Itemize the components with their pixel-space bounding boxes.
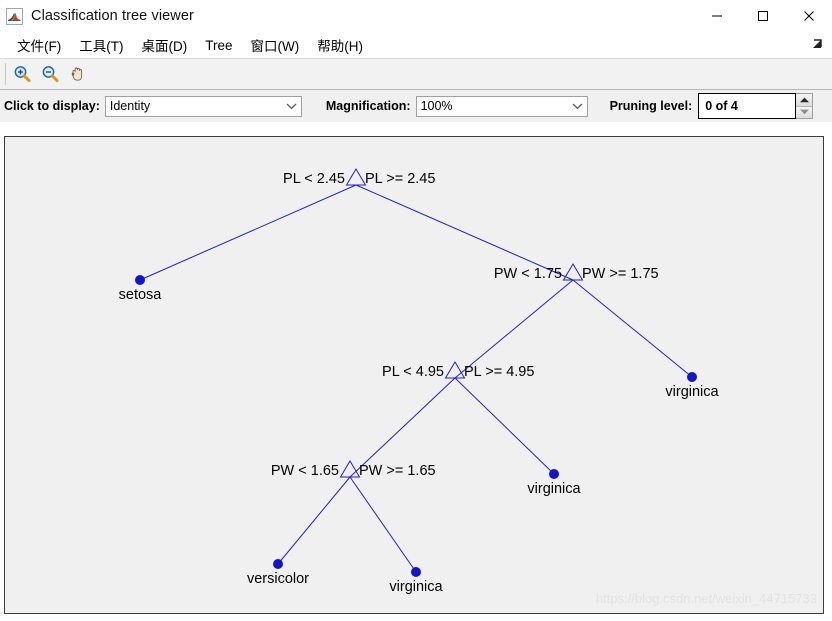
magnification-value: 100% bbox=[420, 99, 453, 113]
split-label-left: PL < 2.45 bbox=[283, 171, 345, 187]
title-bar: Classification tree viewer bbox=[0, 0, 832, 32]
split-label-right: PW >= 1.65 bbox=[359, 463, 436, 479]
click-to-display-value: Identity bbox=[109, 99, 151, 113]
pruning-level-label: Pruning level: bbox=[609, 99, 693, 113]
leaf-node-marker bbox=[411, 567, 421, 577]
window-bottom-strip bbox=[0, 615, 832, 621]
pruning-level-value[interactable]: 0 of 4 bbox=[698, 93, 797, 119]
pruning-level-stepper[interactable] bbox=[796, 93, 814, 119]
leaf-node-label: virginica bbox=[389, 579, 443, 595]
stepper-down-icon[interactable] bbox=[796, 106, 813, 118]
split-label-right: PL >= 4.95 bbox=[464, 364, 534, 380]
watermark-text: https://blog.csdn.net/weixin_44715733 bbox=[596, 591, 817, 606]
pan-hand-icon[interactable] bbox=[65, 61, 91, 87]
tree-plot-area[interactable]: PL < 2.45 PL >= 2.45 setosa PW < 1.75 PW >= … bbox=[4, 136, 824, 614]
leaf-node-label: virginica bbox=[665, 384, 719, 400]
chevron-down-icon bbox=[282, 97, 301, 116]
tree-edge bbox=[139, 184, 357, 281]
decision-node-triangle bbox=[345, 168, 367, 186]
split-label-left: PW < 1.65 bbox=[271, 463, 339, 479]
click-to-display-select[interactable]: Identity bbox=[104, 95, 302, 117]
window-controls bbox=[694, 0, 832, 32]
tree-edge bbox=[349, 476, 417, 573]
close-icon[interactable] bbox=[786, 0, 832, 32]
tree-edge bbox=[454, 377, 555, 475]
decision-node-triangle bbox=[444, 361, 466, 379]
decision-node-triangle bbox=[339, 460, 361, 478]
menu-tree[interactable]: Tree bbox=[196, 36, 241, 55]
chevron-down-icon bbox=[568, 97, 587, 116]
leaf-node-label: virginica bbox=[527, 481, 581, 497]
menu-file[interactable]: 文件(F) bbox=[8, 33, 70, 57]
leaf-node-marker bbox=[135, 275, 145, 285]
menu-window[interactable]: 窗口(W) bbox=[242, 33, 309, 57]
toolbar bbox=[0, 58, 832, 90]
tree-edge bbox=[277, 476, 351, 565]
tree-edge bbox=[572, 279, 693, 378]
undock-arrow-icon[interactable] bbox=[810, 37, 824, 51]
maximize-icon[interactable] bbox=[740, 0, 786, 32]
window-title: Classification tree viewer bbox=[31, 8, 194, 24]
zoom-out-icon[interactable] bbox=[37, 61, 63, 87]
leaf-node-marker bbox=[549, 469, 559, 479]
menu-help[interactable]: 帮助(H) bbox=[308, 33, 372, 57]
leaf-node-label: setosa bbox=[119, 287, 163, 303]
leaf-node-marker bbox=[273, 559, 283, 569]
zoom-in-icon[interactable] bbox=[9, 61, 35, 87]
menu-desktop[interactable]: 桌面(D) bbox=[133, 33, 197, 57]
split-label-right: PL >= 2.45 bbox=[365, 171, 435, 187]
matlab-membrane-icon bbox=[6, 7, 23, 25]
split-label-left: PL < 4.95 bbox=[382, 364, 444, 380]
classification-tree-graphic: PL < 2.45 PL >= 2.45 setosa PW < 1.75 PW >= … bbox=[119, 168, 817, 606]
magnification-select[interactable]: 100% bbox=[415, 95, 588, 117]
split-label-right: PW >= 1.75 bbox=[582, 266, 659, 282]
leaf-node-label: versicolor bbox=[247, 571, 309, 587]
menu-tools[interactable]: 工具(T) bbox=[70, 33, 132, 57]
split-label-left: PW < 1.75 bbox=[494, 266, 562, 282]
menu-bar: 文件(F) 工具(T) 桌面(D) Tree 窗口(W) 帮助(H) bbox=[0, 32, 832, 58]
tree-nodes: PL < 2.45 PL >= 2.45 setosa PW < 1.75 PW >= … bbox=[119, 168, 720, 595]
click-to-display-label: Click to display: bbox=[4, 99, 100, 113]
minimize-icon[interactable] bbox=[694, 0, 740, 32]
leaf-node-marker bbox=[687, 372, 697, 382]
control-bar: Click to display: Identity Magnification… bbox=[0, 90, 832, 122]
toolbar-separator bbox=[5, 63, 6, 85]
stepper-up-icon[interactable] bbox=[796, 94, 813, 107]
magnification-label: Magnification: bbox=[325, 99, 411, 113]
